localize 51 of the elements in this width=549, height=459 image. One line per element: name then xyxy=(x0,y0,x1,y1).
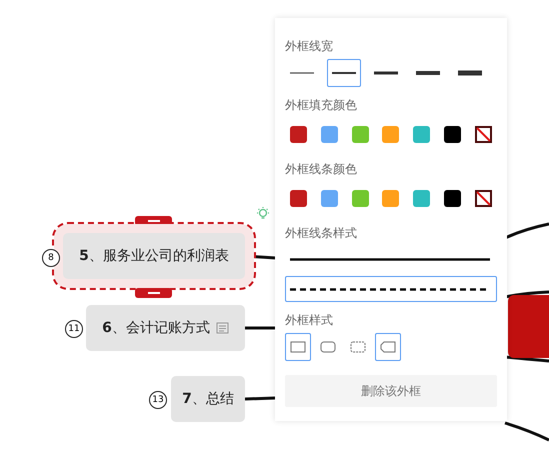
connector-line xyxy=(504,356,549,362)
solid-line-icon xyxy=(290,258,490,260)
connector-line xyxy=(244,396,276,400)
number-badge: 13 xyxy=(149,391,167,409)
color-swatch[interactable] xyxy=(444,190,462,207)
connector-line xyxy=(504,290,549,298)
line-width-icon xyxy=(374,70,398,76)
tag-shape-icon xyxy=(380,341,396,353)
color-swatch[interactable] xyxy=(444,126,462,143)
dashed-line-option[interactable] xyxy=(285,276,497,302)
topic-node[interactable]: 6、会计记账方式 xyxy=(86,305,245,351)
section-title: 外框线条颜色 xyxy=(285,161,358,178)
rounded-rectangle-icon xyxy=(320,341,336,353)
number-badge: 8 xyxy=(42,249,60,267)
line-width-option[interactable] xyxy=(327,59,361,87)
color-swatch[interactable] xyxy=(290,190,307,207)
number-badge: 11 xyxy=(65,320,83,338)
section-title: 外框线条样式 xyxy=(285,225,358,242)
connector-line xyxy=(504,222,549,240)
color-swatch[interactable] xyxy=(382,126,400,143)
color-swatch[interactable] xyxy=(382,190,400,207)
topic-node[interactable]: 7、总结 xyxy=(171,376,245,422)
rectangle-icon xyxy=(350,341,366,353)
color-swatch[interactable] xyxy=(320,190,338,207)
topic-text: 7、总结 xyxy=(182,390,234,408)
delete-frame-button[interactable]: 删除该外框 xyxy=(285,375,497,407)
no-color-icon[interactable] xyxy=(474,126,492,143)
root-node[interactable] xyxy=(508,295,549,358)
topic-text: 6、会计记账方式 xyxy=(102,319,210,337)
connector-line xyxy=(504,422,549,442)
topic-text: 5、服务业公司的利润表 xyxy=(79,247,229,265)
color-swatch[interactable] xyxy=(290,126,307,143)
connector-line xyxy=(245,326,276,330)
line-width-icon xyxy=(458,70,482,76)
color-swatch[interactable] xyxy=(320,126,338,143)
section-title: 外框填充颜色 xyxy=(285,97,358,114)
topic-node[interactable]: 5、服务业公司的利润表 xyxy=(63,233,245,279)
shape-option[interactable] xyxy=(375,333,401,361)
section-title: 外框线宽 xyxy=(285,38,334,55)
section-title: 外框样式 xyxy=(285,312,334,329)
line-width-icon xyxy=(416,70,440,76)
color-swatch[interactable] xyxy=(352,126,369,143)
no-color-icon[interactable] xyxy=(474,190,492,207)
color-swatch[interactable] xyxy=(352,190,369,207)
resize-handle[interactable] xyxy=(135,288,172,298)
color-swatch[interactable] xyxy=(413,190,430,207)
line-width-icon xyxy=(290,70,314,76)
resize-handle[interactable] xyxy=(135,216,172,226)
color-swatch[interactable] xyxy=(413,126,430,143)
shape-option[interactable] xyxy=(285,333,311,361)
rectangle-icon xyxy=(290,341,306,353)
